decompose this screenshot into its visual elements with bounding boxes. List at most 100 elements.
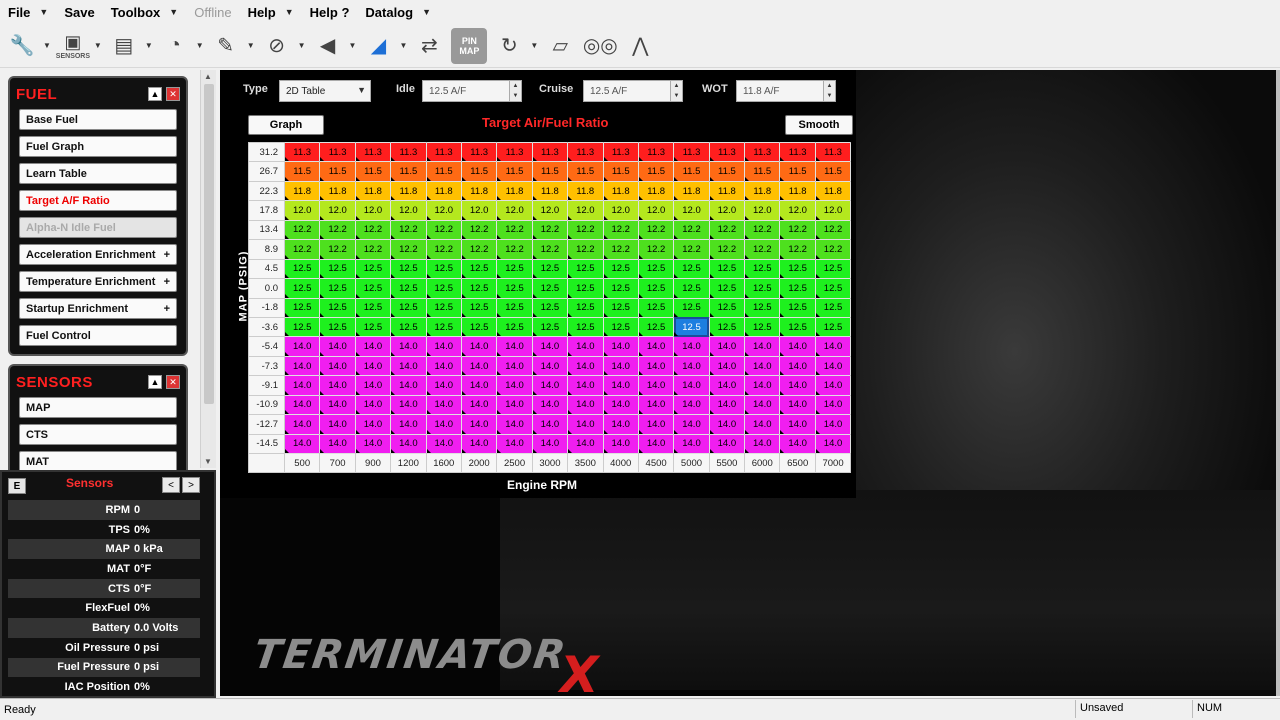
afr-cell[interactable]: 11.5 [319, 161, 356, 182]
afr-cell[interactable]: 11.3 [531, 141, 569, 163]
afr-cell[interactable]: 14.0 [673, 394, 710, 416]
afr-cell[interactable]: 14.0 [425, 355, 462, 377]
afr-cell[interactable]: 11.8 [390, 180, 427, 202]
afr-cell[interactable]: 12.5 [496, 297, 533, 318]
afr-cell[interactable]: 11.8 [673, 180, 710, 202]
afr-cell[interactable]: 12.0 [354, 200, 392, 221]
afr-cell[interactable]: 12.5 [283, 297, 321, 318]
afr-cell[interactable]: 11.3 [425, 141, 462, 163]
afr-cell[interactable]: 14.0 [637, 375, 675, 396]
afr-cell[interactable]: 11.5 [390, 161, 427, 182]
nav-temperature-enrichment-button[interactable]: Temperature Enrichment + [19, 271, 177, 292]
afr-cell[interactable]: 14.0 [460, 336, 498, 357]
afr-cell[interactable]: 11.5 [531, 161, 569, 182]
afr-cell[interactable]: 12.0 [814, 200, 852, 221]
afr-cell[interactable]: 11.8 [744, 180, 781, 202]
afr-cell[interactable]: 11.3 [496, 141, 533, 163]
menu-toolbox[interactable]: Toolbox ▼ [103, 0, 187, 24]
afr-cell[interactable]: 12.5 [708, 278, 746, 299]
afr-cell[interactable]: 14.0 [708, 355, 746, 377]
afr-cell[interactable]: 12.5 [390, 297, 427, 318]
horn-button[interactable]: ◀ ▼ [310, 28, 357, 64]
scroll-up-icon[interactable]: ▲ [204, 72, 212, 81]
type-select[interactable]: 2D Table ▼ [279, 80, 371, 102]
afr-cell[interactable]: 12.0 [637, 200, 675, 221]
afr-cell[interactable]: 14.0 [390, 375, 427, 396]
afr-cell[interactable]: 12.5 [496, 278, 533, 299]
notes-button[interactable]: ▱ [542, 28, 578, 64]
afr-cell[interactable]: 12.2 [673, 219, 710, 241]
afr-cell[interactable]: 12.2 [744, 219, 781, 241]
afr-cell[interactable]: 12.2 [496, 219, 533, 241]
afr-cell[interactable]: 14.0 [673, 414, 710, 435]
afr-cell[interactable]: 12.5 [460, 297, 498, 318]
afr-cell[interactable]: 14.0 [531, 433, 569, 455]
afr-cell[interactable]: 11.3 [319, 141, 356, 163]
afr-cell[interactable]: 12.2 [814, 219, 852, 241]
afr-cell[interactable]: 14.0 [708, 414, 746, 435]
afr-cell[interactable]: 12.2 [390, 219, 427, 241]
afr-cell[interactable]: 11.5 [354, 161, 392, 182]
nav-map-button[interactable]: MAP [19, 397, 177, 418]
afr-cell[interactable]: 12.2 [779, 219, 816, 241]
afr-cell[interactable]: 11.3 [567, 141, 604, 163]
afr-cell[interactable]: 12.5 [531, 258, 569, 280]
afr-cell[interactable]: 12.2 [390, 239, 427, 260]
afr-cell[interactable]: 14.0 [531, 375, 569, 396]
afr-cell[interactable]: 12.5 [425, 278, 462, 299]
idle-field[interactable]: 12.5 A/F ▲ ▼ [422, 80, 522, 102]
afr-cell[interactable]: 12.2 [496, 239, 533, 260]
afr-cell[interactable]: 11.8 [567, 180, 604, 202]
afr-cell[interactable]: 14.0 [779, 355, 816, 377]
afr-cell[interactable]: 14.0 [567, 394, 604, 416]
afr-cell[interactable]: 12.0 [708, 200, 746, 221]
afr-cell[interactable]: 11.5 [708, 161, 746, 182]
nav-cts-button[interactable]: CTS [19, 424, 177, 445]
afr-cell[interactable]: 14.0 [390, 336, 427, 357]
afr-cell[interactable]: 12.5 [744, 258, 781, 280]
afr-cell[interactable]: 11.5 [425, 161, 462, 182]
afr-cell[interactable]: 12.0 [531, 200, 569, 221]
afr-cell[interactable]: 12.2 [779, 239, 816, 260]
afr-cell[interactable]: 14.0 [602, 394, 639, 416]
afr-cell[interactable]: 12.5 [814, 278, 852, 299]
afr-cell[interactable]: 12.5 [744, 297, 781, 318]
nav-acceleration-enrichment-button[interactable]: Acceleration Enrichment + [19, 244, 177, 265]
afr-cell[interactable]: 11.5 [779, 161, 816, 182]
afr-cell[interactable]: 11.3 [673, 141, 710, 163]
afr-cell[interactable]: 12.5 [496, 258, 533, 280]
afr-cell[interactable]: 11.8 [531, 180, 569, 202]
afr-cell[interactable]: 14.0 [283, 394, 321, 416]
afr-cell[interactable]: 12.5 [283, 278, 321, 299]
afr-cell[interactable]: 14.0 [708, 394, 746, 416]
afr-cell[interactable]: 12.2 [708, 239, 746, 260]
throttle-button[interactable]: ⊘ ▼ [259, 28, 305, 64]
afr-cell[interactable]: 12.5 [283, 258, 321, 280]
afr-cell[interactable]: 14.0 [496, 355, 533, 377]
afr-cell[interactable]: 11.3 [283, 141, 321, 163]
afr-cell[interactable]: 14.0 [531, 355, 569, 377]
nav-fuel-graph-button[interactable]: Fuel Graph [19, 136, 177, 157]
afr-cell[interactable]: 12.5 [319, 297, 356, 318]
afr-cell[interactable]: 12.2 [425, 239, 462, 260]
afr-cell[interactable]: 12.2 [708, 219, 746, 241]
afr-cell[interactable]: 14.0 [496, 336, 533, 357]
afr-cell[interactable]: 14.0 [319, 394, 356, 416]
afr-cell[interactable]: 12.2 [814, 239, 852, 260]
afr-cell[interactable]: 12.5 [567, 297, 604, 318]
gauge-button[interactable]: ◔ ▼ [157, 28, 204, 64]
afr-cell[interactable]: 14.0 [814, 394, 852, 416]
afr-cell[interactable]: 14.0 [567, 414, 604, 435]
afr-cell[interactable]: 14.0 [496, 375, 533, 396]
afr-cell[interactable]: 14.0 [744, 355, 781, 377]
afr-cell[interactable]: 14.0 [319, 433, 356, 455]
cruise-field[interactable]: 12.5 A/F ▲ ▼ [583, 80, 683, 102]
afr-cell[interactable]: 12.2 [354, 219, 392, 241]
afr-cell[interactable]: 14.0 [602, 336, 639, 357]
afr-cell[interactable]: 12.0 [496, 200, 533, 221]
afr-cell[interactable]: 12.0 [567, 200, 604, 221]
afr-cell[interactable]: 12.5 [602, 316, 639, 338]
afr-cell[interactable]: 14.0 [637, 336, 675, 357]
afr-cell[interactable]: 12.2 [602, 219, 639, 241]
afr-cell[interactable]: 12.0 [390, 200, 427, 221]
